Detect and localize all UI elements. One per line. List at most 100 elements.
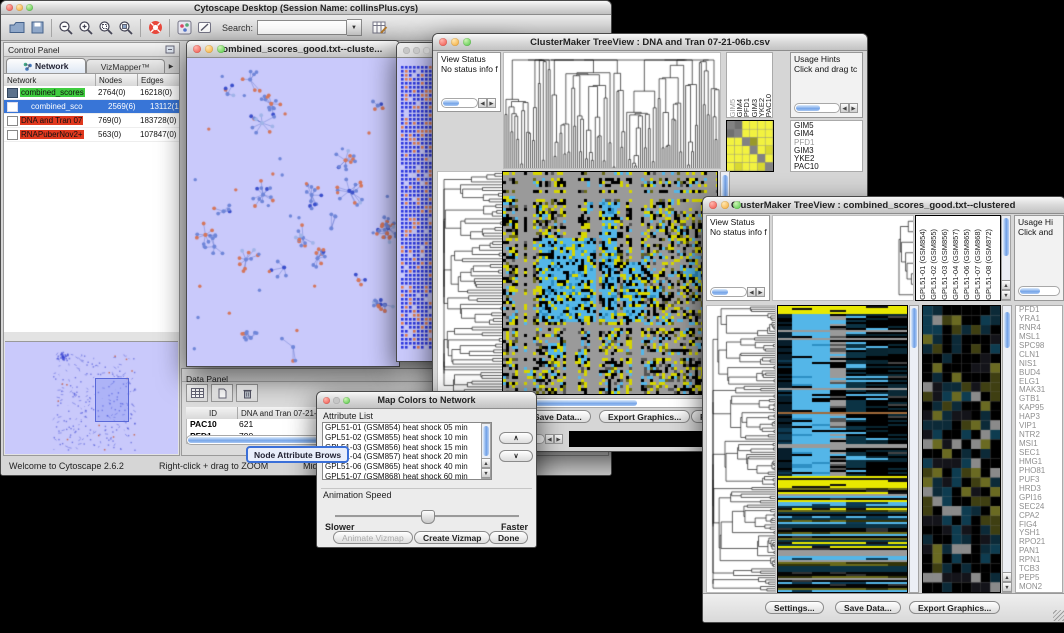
scroll-left-button[interactable]: ◀ [478,98,487,108]
animate-vizmap-button[interactable]: Animate Vizmap [333,531,413,544]
network-row[interactable]: combined_scores 2764(0) 16218(0) [4,86,179,100]
select-attributes-button[interactable] [186,384,208,402]
attribute-list-item[interactable]: GPL51-07 (GSM868) heat shock 60 min [323,472,491,480]
scroll-right-button[interactable]: ▶ [756,287,765,297]
animation-slider[interactable] [335,509,519,523]
create-vizmap-button[interactable]: Create Vizmap [414,531,490,544]
tab-network[interactable]: Network [6,58,86,73]
zoom-button[interactable] [217,45,225,53]
tv1-gene-dendrogram[interactable] [437,171,503,395]
close-button[interactable] [403,47,410,54]
scroll-left-button[interactable]: ◀ [747,287,756,297]
birdseye-canvas[interactable] [5,342,178,454]
attribute-list-scrollbar[interactable]: ▲ ▼ [481,423,491,479]
zoom-fit-button[interactable] [116,18,136,37]
tv2-settings-button[interactable]: Settings... [765,601,824,614]
tv2-collabel-scrollbar[interactable]: ▲ ▼ [1001,215,1011,301]
col-header-edges[interactable]: Edges [138,74,179,86]
birdseye-view[interactable] [5,341,178,454]
tv2-usage-scrollbar[interactable] [1018,285,1060,296]
help-button[interactable] [145,18,165,37]
zoom-button[interactable] [343,397,350,404]
minimize-button[interactable] [451,38,459,46]
scroll-left-button[interactable]: ◀ [840,103,849,113]
tv2-global-scrollbar[interactable] [909,305,919,593]
scroll-right-button[interactable]: ▶ [554,434,563,444]
create-attribute-button[interactable] [211,384,233,402]
scroll-up-button[interactable]: ▲ [1001,280,1011,290]
attribute-list-item[interactable]: GPL51-01 (GSM854) heat shock 05 min [323,423,491,433]
treeview2-title-bar[interactable]: ClusterMaker TreeView : combined_scores_… [703,197,1064,214]
tv2-zoom-heatmap[interactable] [922,305,1001,593]
move-down-button[interactable]: ∨ [499,450,533,462]
zoom-in-button[interactable] [76,18,96,37]
tv2-save-data-button[interactable]: Save Data... [835,601,901,614]
tv1-zoom-heatmap[interactable] [726,120,774,172]
attribute-list-item[interactable]: GPL51-06 (GSM865) heat shock 40 min [323,462,491,472]
attribute-list-item[interactable]: GPL51-02 (GSM855) heat shock 10 min [323,433,491,443]
close-button[interactable] [193,45,201,53]
minimize-button[interactable] [205,45,213,53]
tab-overflow-button[interactable]: ▶ [165,60,177,73]
slider-knob[interactable] [421,510,435,524]
close-button[interactable] [323,397,330,404]
minimize-button[interactable] [16,4,23,11]
zoom-out-button[interactable] [56,18,76,37]
scroll-down-button[interactable]: ▼ [1002,582,1012,592]
node-attribute-browser-tab[interactable]: Node Attribute Brows [246,446,349,463]
network-window-title-bar[interactable]: combined_scores_good.txt--cluste... [187,41,399,58]
scroll-up-button[interactable]: ▲ [1002,572,1012,582]
col-header-network[interactable]: Network [4,74,96,86]
minimize-button[interactable] [413,47,420,54]
scroll-down-button[interactable]: ▼ [481,468,491,478]
main-title-bar[interactable]: Cytoscape Desktop (Session Name: collins… [1,1,611,15]
tv1-export-graphics-button[interactable]: Export Graphics... [599,410,690,423]
save-session-button[interactable] [27,18,47,37]
scroll-up-button[interactable]: ▲ [481,458,491,468]
tv2-zoom-scrollbar[interactable]: ▲ ▼ [1002,305,1012,593]
tab-vizmapper[interactable]: VizMapper™ [86,59,166,73]
col-header-nodes[interactable]: Nodes [96,74,138,86]
vizmap-button[interactable] [174,18,194,37]
zoom-button[interactable] [26,4,33,11]
data-col-id[interactable]: ID [186,407,238,419]
tv1-column-dendrogram[interactable] [503,52,721,169]
close-button[interactable] [439,38,447,46]
resize-grip[interactable] [1053,610,1064,621]
done-button[interactable]: Done [489,531,528,544]
attribute-browser-button[interactable] [370,18,390,37]
dialog-title-bar[interactable]: Map Colors to Network [317,392,536,409]
treeview1-title-bar[interactable]: ClusterMaker TreeView : DNA and Tran 07-… [433,34,867,51]
network-canvas[interactable] [187,58,397,364]
delete-attribute-button[interactable] [236,384,258,402]
tv2-gene-dendrogram[interactable] [706,305,776,593]
zoom-button[interactable] [423,47,430,54]
float-panel-icon[interactable] [165,45,176,55]
tv2-column-dendrogram[interactable] [772,215,914,301]
scroll-right-button[interactable]: ▶ [849,103,858,113]
search-dropdown-button[interactable]: ▼ [347,19,362,36]
close-button[interactable] [6,4,13,11]
minimize-button[interactable] [333,397,340,404]
birdseye-selection[interactable] [95,378,129,422]
network-row[interactable]: combined_sco 2569(6) 13112(15) [4,100,179,114]
zoom-button[interactable] [733,201,741,209]
tv2-status-scrollbar[interactable]: ◀ ▶ [710,286,765,297]
tv2-export-graphics-button[interactable]: Export Graphics... [909,601,1000,614]
network-row[interactable]: RNAPuberNov2+ 563(0) 107847(0) [4,128,179,142]
open-session-button[interactable] [7,18,27,37]
scroll-left-button[interactable]: ◀ [545,434,554,444]
tv2-global-heatmap[interactable] [777,305,908,593]
scroll-right-button[interactable]: ▶ [487,98,496,108]
zoom-button[interactable] [463,38,471,46]
tv1-status-scrollbar[interactable]: ◀ ▶ [441,97,496,108]
move-up-button[interactable]: ∧ [499,432,533,444]
close-button[interactable] [709,201,717,209]
tv1-global-heatmap[interactable] [502,171,718,395]
search-input[interactable] [257,20,347,35]
annotation-button[interactable] [194,18,214,37]
zoom-selected-button[interactable] [96,18,116,37]
minimize-button[interactable] [721,201,729,209]
gene-label[interactable]: MON2 [1019,583,1062,592]
network-row[interactable]: DNA and Tran 07 769(0) 183728(0) [4,114,179,128]
